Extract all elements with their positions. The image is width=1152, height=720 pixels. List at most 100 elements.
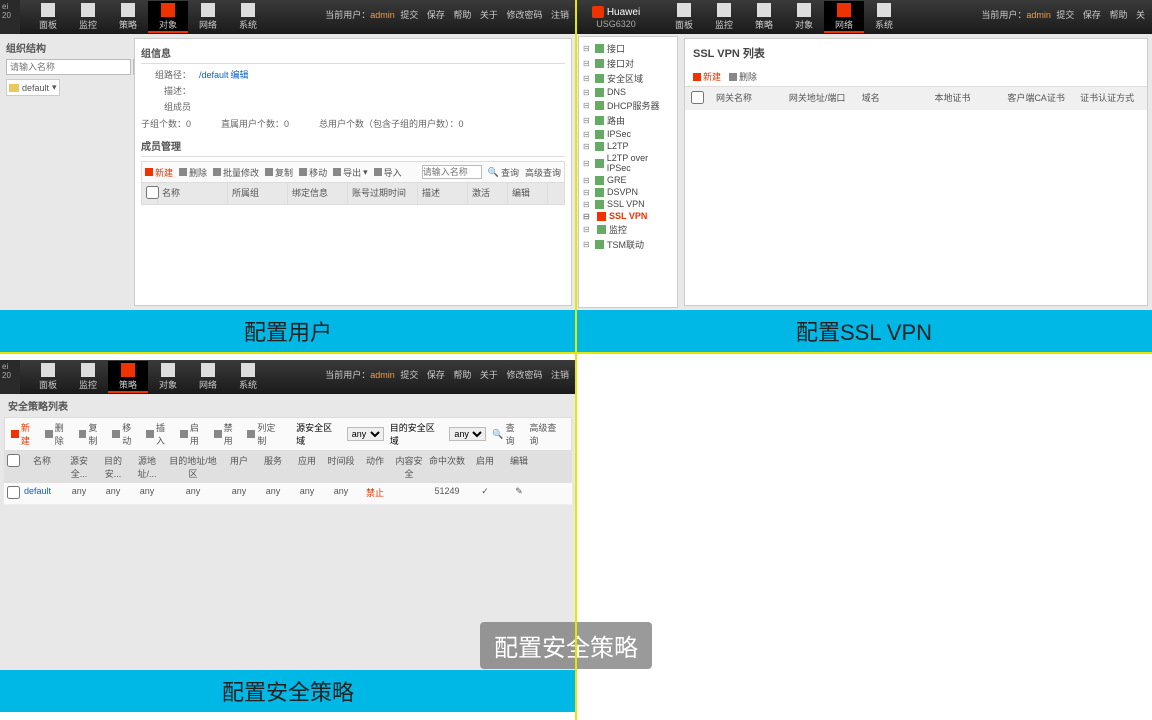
delete-button[interactable]: 删除 [45,421,73,447]
tree-item-路由[interactable]: 路由 [583,113,673,128]
nav-menu: 面板 监控 策略 对象 网络 系统 [28,1,268,33]
policy-row-default[interactable]: default anyany anyany anyany anyany 禁止 5… [4,483,572,505]
divider-vertical [575,0,577,720]
delete-button[interactable]: 删除 [729,70,757,83]
select-all-checkbox[interactable] [7,454,20,467]
action-commit[interactable]: 提交 [400,370,418,380]
adv-search-button[interactable]: 高级查询 [525,166,561,179]
nav-policy[interactable]: 策略 [108,1,148,33]
export-icon [333,168,341,176]
action-chpwd[interactable]: 修改密码 [506,370,542,380]
caption-sslvpn: 配置SSL VPN [576,310,1152,352]
import-icon [374,168,382,176]
policy-icon [757,3,771,17]
object-icon [161,3,175,17]
nav-system[interactable]: 系统 [228,361,268,393]
nav-object[interactable]: 对象 [784,1,824,33]
action-about[interactable]: 关于 [480,370,498,380]
enable-toggle[interactable]: ✓ [468,483,502,504]
copy-button[interactable]: 复制 [265,166,293,179]
new-button[interactable]: 新建 [693,70,721,83]
action-logout[interactable]: 注销 [551,10,569,20]
folder-icon [9,84,19,92]
nav-policy[interactable]: 策略 [108,361,148,393]
src-zone-select[interactable]: any [347,427,384,441]
tree-item-SSL VPN[interactable]: SSL VPN [583,198,673,210]
tree-item-IPSec[interactable]: IPSec [583,128,673,140]
nav-system[interactable]: 系统 [228,1,268,33]
tree-item-DSVPN[interactable]: DSVPN [583,186,673,198]
delete-button[interactable]: 删除 [179,166,207,179]
org-search-input[interactable] [6,59,131,75]
tree-item-监控[interactable]: 监控 [583,222,673,237]
nav-dashboard[interactable]: 面板 [28,361,68,393]
row-checkbox[interactable] [7,486,20,499]
move-button[interactable]: 移动 [299,166,327,179]
action-logout[interactable]: 注销 [551,370,569,380]
tree-item-DHCP服务器[interactable]: DHCP服务器 [583,98,673,113]
export-button[interactable]: 导出▾ [333,166,368,179]
action-help[interactable]: 帮助 [453,10,471,20]
nav-menu: 面板 监控 策略 对象 网络 系统 [664,1,904,33]
org-root-node[interactable]: default ▾ [6,79,60,96]
search-button[interactable]: 🔍查询 [492,421,523,447]
nav-system[interactable]: 系统 [864,1,904,33]
nav-dashboard[interactable]: 面板 [664,1,704,33]
node-icon [595,88,604,97]
enable-button[interactable]: 启用 [180,421,208,447]
nav-policy[interactable]: 策略 [744,1,784,33]
edit-path-link[interactable]: 编辑 [231,70,249,80]
tree-item-SSL VPN[interactable]: SSL VPN [583,210,673,222]
system-icon [241,363,255,377]
batch-button[interactable]: 批量修改 [213,166,259,179]
nav-object[interactable]: 对象 [148,1,188,33]
tree-item-安全区域[interactable]: 安全区域 [583,71,673,86]
tree-item-接口[interactable]: 接口 [583,41,673,56]
empty-panel [576,360,1152,720]
action-deny: 禁止 [358,483,392,504]
tree-item-L2TP over IPSec[interactable]: L2TP over IPSec [583,152,673,174]
action-commit[interactable]: 提交 [1056,10,1074,20]
new-button[interactable]: 新建 [11,421,39,447]
disable-button[interactable]: 禁用 [214,421,242,447]
insert-button[interactable]: 插入 [146,421,174,447]
member-search-button[interactable]: 🔍查询 [488,166,519,179]
nav-monitor[interactable]: 监控 [704,1,744,33]
nav-network[interactable]: 网络 [188,1,228,33]
tree-item-GRE[interactable]: GRE [583,174,673,186]
nav-object[interactable]: 对象 [148,361,188,393]
nav-network[interactable]: 网络 [824,1,864,33]
new-button[interactable]: 新建 [145,166,173,179]
tree-item-接口对[interactable]: 接口对 [583,56,673,71]
node-icon [595,200,604,209]
tree-item-L2TP[interactable]: L2TP [583,140,673,152]
action-save[interactable]: 保存 [1083,10,1101,20]
subgroup-count: 子组个数：0 [141,117,191,130]
action-commit[interactable]: 提交 [400,10,418,20]
copy-button[interactable]: 复制 [79,421,107,447]
action-about[interactable]: 关于 [480,10,498,20]
action-help[interactable]: 帮助 [453,370,471,380]
top-actions: 当前用户：admin 提交 保存 帮助 关于 修改密码 注销 [325,368,572,381]
nav-dashboard[interactable]: 面板 [28,1,68,33]
action-save[interactable]: 保存 [427,370,445,380]
action-chpwd[interactable]: 修改密码 [506,10,542,20]
import-button[interactable]: 导入 [374,166,402,179]
topbar: ei 20 面板 监控 策略 对象 网络 系统 当前用户：admin 提交 保存… [0,0,576,34]
member-search-input[interactable] [422,165,482,179]
adv-search-button[interactable]: 高级查询 [529,421,565,447]
nav-network[interactable]: 网络 [188,361,228,393]
nav-monitor[interactable]: 监控 [68,361,108,393]
dashboard-icon [677,3,691,17]
edit-button[interactable]: ✎ [502,483,536,504]
action-save[interactable]: 保存 [427,10,445,20]
tree-item-DNS[interactable]: DNS [583,86,673,98]
move-button[interactable]: 移动 [112,421,140,447]
action-about[interactable]: 关 [1136,10,1145,20]
nav-monitor[interactable]: 监控 [68,1,108,33]
select-all-checkbox[interactable] [691,91,704,104]
action-help[interactable]: 帮助 [1109,10,1127,20]
tree-item-TSM联动[interactable]: TSM联动 [583,237,673,252]
columns-button[interactable]: 列定制 [247,421,284,447]
dst-zone-select[interactable]: any [449,427,486,441]
